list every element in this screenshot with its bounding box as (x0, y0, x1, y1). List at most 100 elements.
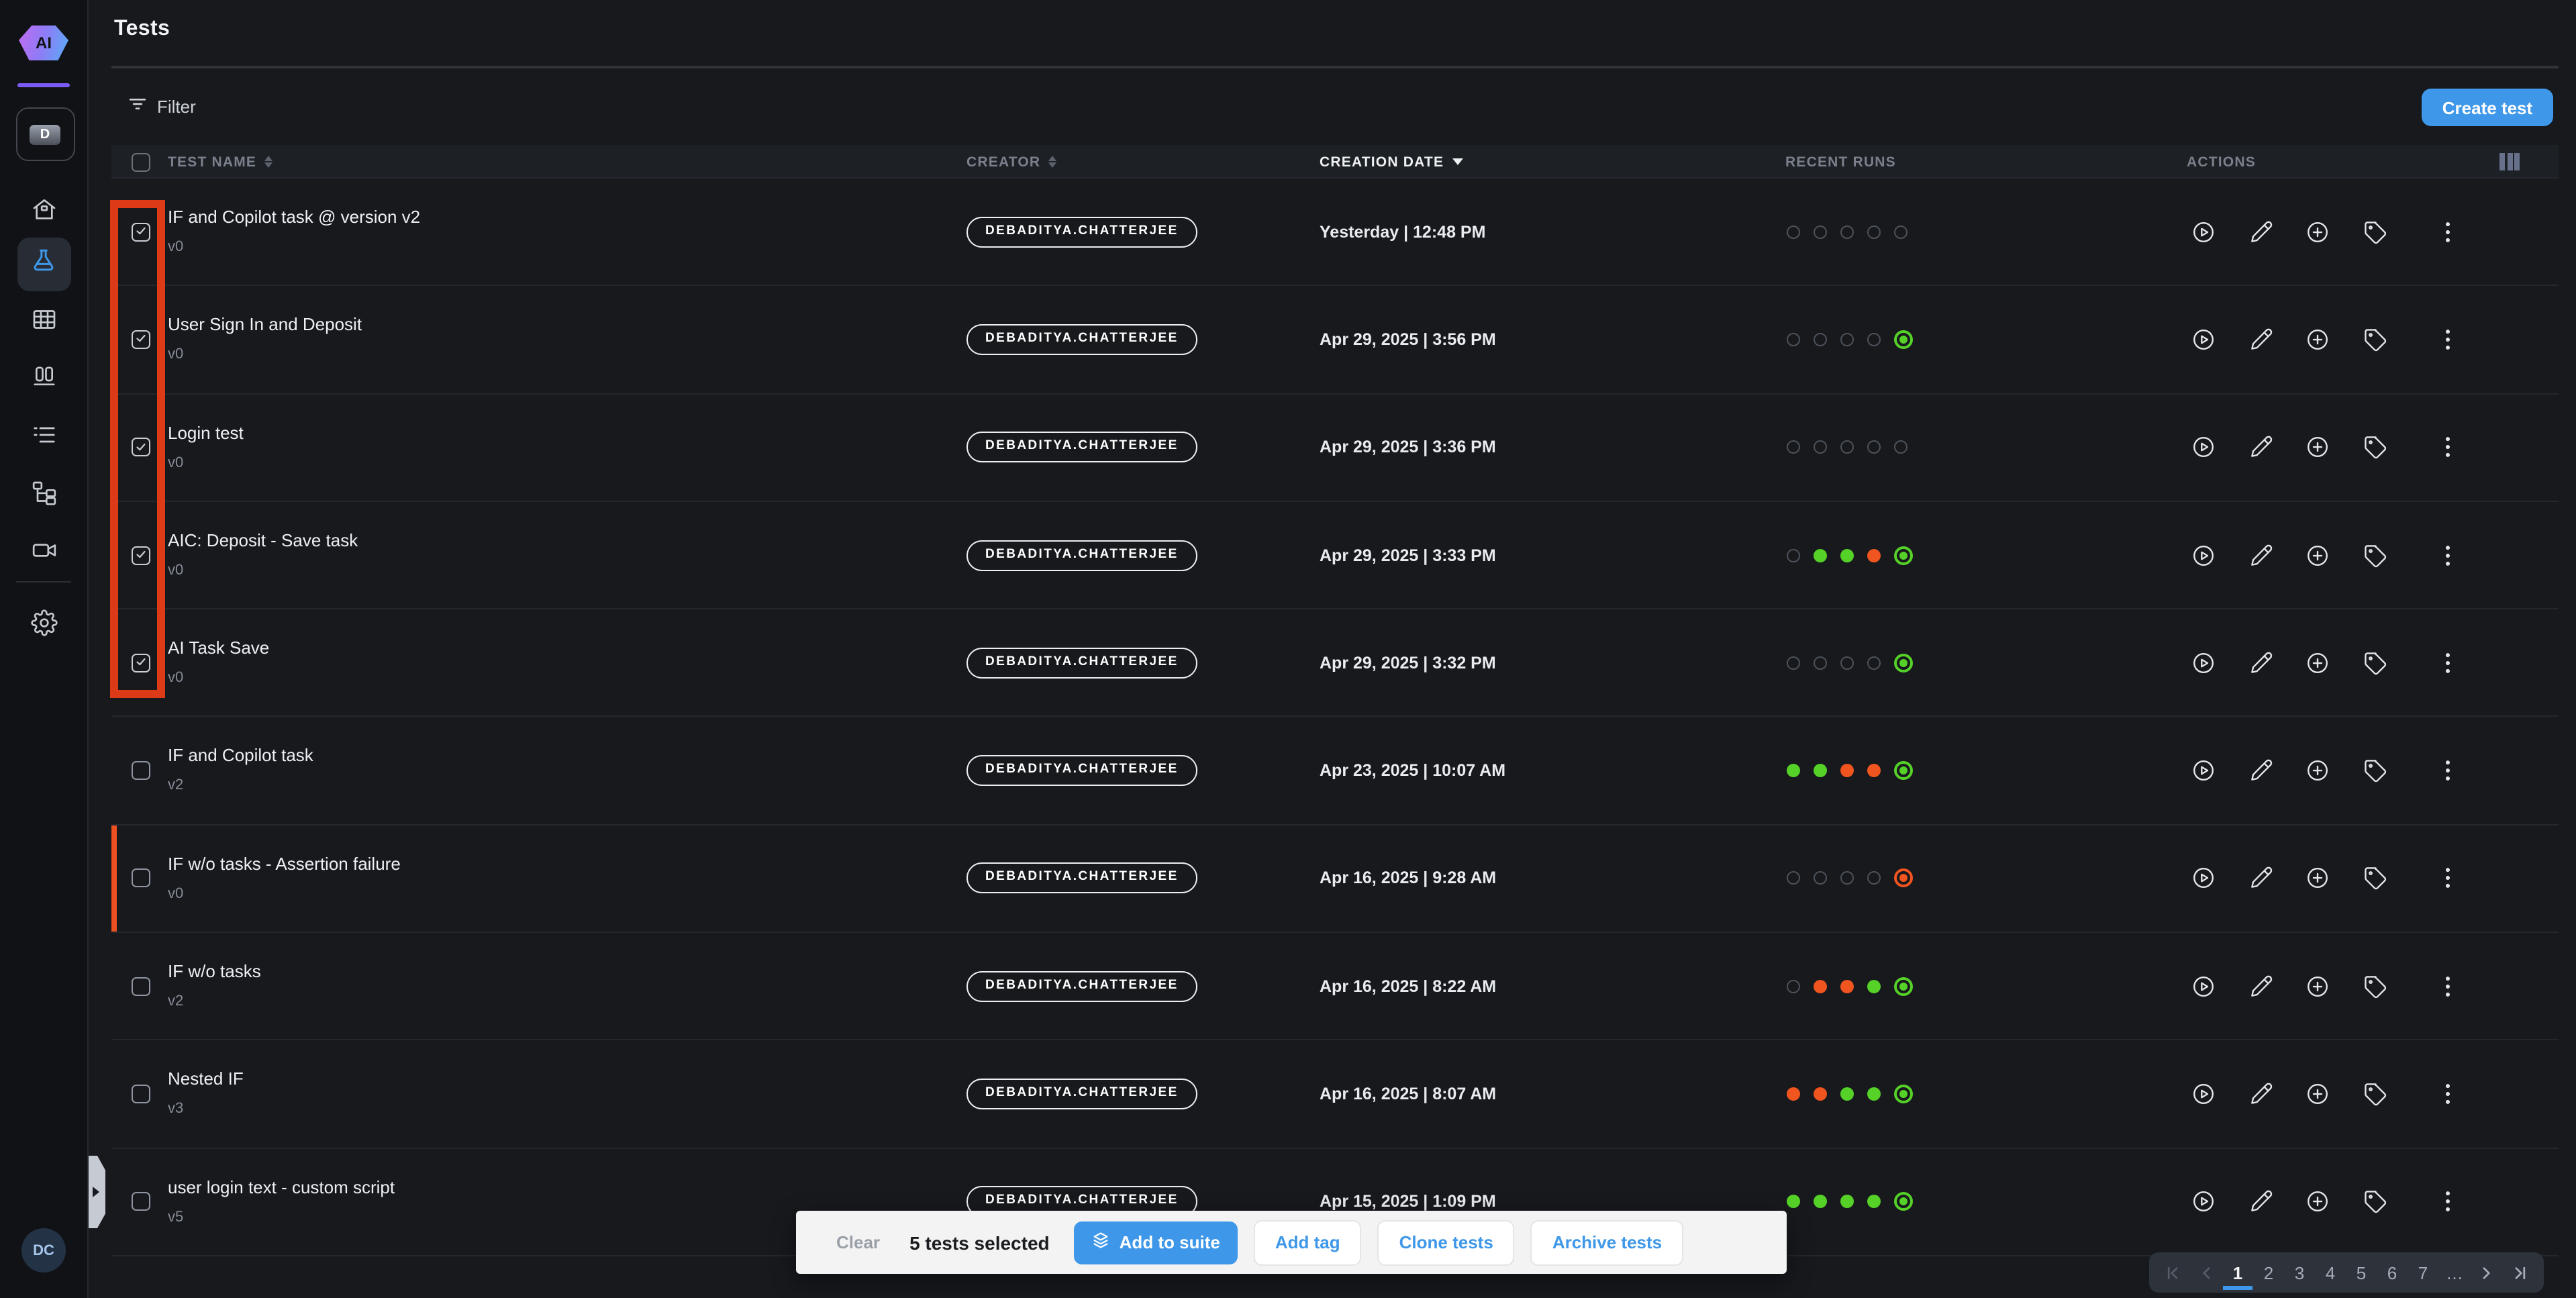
table-row[interactable]: AIC: Deposit - Save taskv0DEBADITYA.CHAT… (111, 502, 2559, 610)
add-tag-button[interactable]: Add tag (1254, 1219, 1362, 1265)
page-6[interactable]: 6 (2384, 1252, 2400, 1293)
test-name[interactable]: IF w/o tasks - Assertion failure (168, 854, 401, 874)
page-3[interactable]: 3 (2291, 1252, 2308, 1293)
edit-icon[interactable] (2248, 542, 2273, 568)
sidebar-item-checklist[interactable] (30, 421, 57, 448)
add-to-suite-icon[interactable] (2305, 219, 2330, 244)
test-name[interactable]: AIC: Deposit - Save task (168, 530, 358, 550)
column-creation-date[interactable]: CREATION DATE (1320, 145, 1463, 179)
test-name[interactable]: user login text - custom script (168, 1177, 395, 1197)
manage-columns-icon[interactable] (2499, 153, 2520, 170)
edit-icon[interactable] (2248, 219, 2273, 244)
page-1[interactable]: 1 (2230, 1252, 2246, 1293)
table-row[interactable]: IF and Copilot task @ version v2v0DEBADI… (111, 179, 2559, 287)
tag-icon[interactable] (2362, 542, 2387, 568)
tag-icon[interactable] (2362, 219, 2387, 244)
sidebar-item-home[interactable] (30, 196, 57, 223)
run-test-icon[interactable] (2191, 866, 2216, 891)
kebab-menu-icon[interactable] (2435, 973, 2454, 999)
kebab-menu-icon[interactable] (2435, 434, 2454, 460)
run-test-icon[interactable] (2191, 973, 2216, 999)
sidebar-expand-handle[interactable] (89, 1156, 105, 1228)
kebab-menu-icon[interactable] (2435, 542, 2454, 568)
table-row[interactable]: Login testv0DEBADITYA.CHATTERJEEApr 29, … (111, 394, 2559, 502)
edit-icon[interactable] (2248, 650, 2273, 676)
edit-icon[interactable] (2248, 327, 2273, 352)
org-switcher[interactable]: D (15, 107, 75, 161)
row-checkbox[interactable] (132, 1193, 150, 1211)
sidebar-item-tests[interactable] (17, 238, 70, 291)
row-checkbox-checked[interactable] (132, 546, 150, 564)
row-checkbox-checked[interactable] (132, 330, 150, 349)
row-checkbox-checked[interactable] (132, 222, 150, 241)
edit-icon[interactable] (2248, 1189, 2273, 1215)
kebab-menu-icon[interactable] (2435, 650, 2454, 676)
sidebar-item-suites[interactable] (30, 363, 57, 390)
edit-icon[interactable] (2248, 758, 2273, 783)
kebab-menu-icon[interactable] (2435, 866, 2454, 891)
edit-icon[interactable] (2248, 866, 2273, 891)
tag-icon[interactable] (2362, 1081, 2387, 1107)
edit-icon[interactable] (2248, 434, 2273, 460)
row-checkbox-checked[interactable] (132, 438, 150, 456)
test-name[interactable]: AI Task Save (168, 638, 269, 658)
kebab-menu-icon[interactable] (2435, 327, 2454, 352)
column-creator[interactable]: CREATOR (967, 145, 1056, 179)
page-5[interactable]: 5 (2353, 1252, 2369, 1293)
tag-icon[interactable] (2362, 434, 2387, 460)
table-row[interactable]: IF and Copilot taskv2DEBADITYA.CHATTERJE… (111, 717, 2559, 826)
row-checkbox[interactable] (132, 761, 150, 780)
add-to-suite-icon[interactable] (2305, 866, 2330, 891)
kebab-menu-icon[interactable] (2435, 219, 2454, 244)
clear-selection-button[interactable]: Clear (836, 1232, 880, 1252)
add-to-suite-icon[interactable] (2305, 327, 2330, 352)
add-to-suite-icon[interactable] (2305, 1189, 2330, 1215)
add-to-suite-icon[interactable] (2305, 650, 2330, 676)
select-all-checkbox[interactable] (132, 152, 150, 171)
kebab-menu-icon[interactable] (2435, 758, 2454, 783)
test-name[interactable]: IF and Copilot task (168, 746, 313, 766)
test-name[interactable]: Login test (168, 422, 244, 442)
add-to-suite-icon[interactable] (2305, 1081, 2330, 1107)
tag-icon[interactable] (2362, 1189, 2387, 1215)
next-page-icon[interactable] (2478, 1252, 2495, 1293)
row-checkbox-checked[interactable] (132, 654, 150, 672)
test-name[interactable]: IF w/o tasks (168, 961, 261, 981)
run-test-icon[interactable] (2191, 1189, 2216, 1215)
run-test-icon[interactable] (2191, 434, 2216, 460)
page-2[interactable]: 2 (2261, 1252, 2277, 1293)
previous-page-icon[interactable] (2197, 1252, 2215, 1293)
add-to-suite-icon[interactable] (2305, 434, 2330, 460)
run-test-icon[interactable] (2191, 327, 2216, 352)
add-to-suite-icon[interactable] (2305, 973, 2330, 999)
test-name[interactable]: IF and Copilot task @ version v2 (168, 207, 420, 227)
tag-icon[interactable] (2362, 758, 2387, 783)
table-row[interactable]: AI Task Savev0DEBADITYA.CHATTERJEEApr 29… (111, 609, 2559, 717)
column-test-name[interactable]: TEST NAME (168, 145, 273, 179)
edit-icon[interactable] (2248, 973, 2273, 999)
kebab-menu-icon[interactable] (2435, 1081, 2454, 1107)
run-test-icon[interactable] (2191, 758, 2216, 783)
run-test-icon[interactable] (2191, 219, 2216, 244)
row-checkbox[interactable] (132, 977, 150, 995)
tag-icon[interactable] (2362, 866, 2387, 891)
table-row[interactable]: Nested IFv3DEBADITYA.CHATTERJEEApr 16, 2… (111, 1041, 2559, 1149)
tag-icon[interactable] (2362, 327, 2387, 352)
add-to-suite-icon[interactable] (2305, 542, 2330, 568)
filter-button[interactable]: Filter (128, 94, 196, 118)
sidebar-item-flows[interactable] (30, 479, 57, 505)
archive-tests-button[interactable]: Archive tests (1531, 1219, 1683, 1265)
tag-icon[interactable] (2362, 650, 2387, 676)
table-row[interactable]: User Sign In and Depositv0DEBADITYA.CHAT… (111, 287, 2559, 395)
page-7[interactable]: 7 (2415, 1252, 2431, 1293)
add-to-suite-button[interactable]: Add to suite (1074, 1221, 1238, 1264)
run-test-icon[interactable] (2191, 650, 2216, 676)
row-checkbox[interactable] (132, 1085, 150, 1103)
table-row[interactable]: IF w/o tasks - Assertion failurev0DEBADI… (111, 826, 2559, 934)
run-test-icon[interactable] (2191, 1081, 2216, 1107)
edit-icon[interactable] (2248, 1081, 2273, 1107)
first-page-icon[interactable] (2165, 1252, 2183, 1293)
sidebar-item-recordings[interactable] (30, 536, 57, 563)
kebab-menu-icon[interactable] (2435, 1189, 2454, 1215)
run-test-icon[interactable] (2191, 542, 2216, 568)
